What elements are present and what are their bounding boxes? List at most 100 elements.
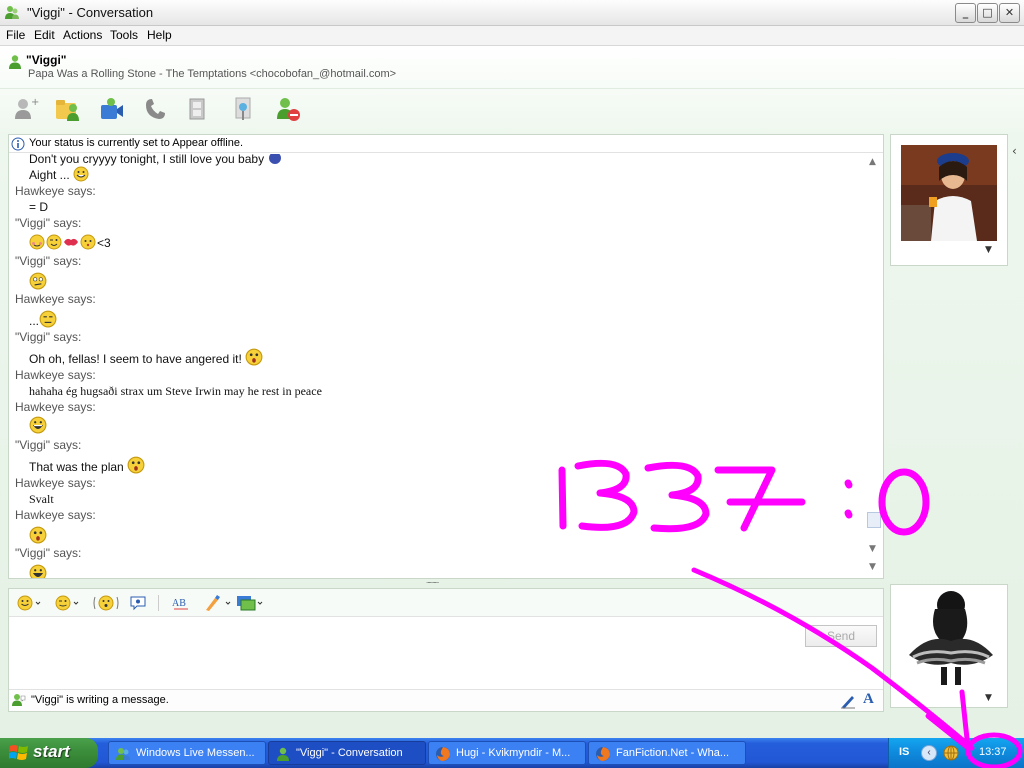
message-history[interactable]: Don't you cryyyy tonight, I still love y… — [9, 154, 865, 578]
message-line — [29, 416, 48, 434]
speaker-label: Hawkeye says: — [15, 476, 96, 490]
wink-icon[interactable] — [55, 594, 81, 612]
message-text: Svalt — [29, 492, 54, 506]
network-globe-icon[interactable] — [943, 745, 959, 761]
contact-name: "Viggi" — [26, 53, 67, 67]
taskbar-item-label: Hugi - Kvikmyndir - M... — [456, 747, 571, 759]
typing-status-text: "Viggi" is writing a message. — [31, 694, 169, 706]
status-notice-text: Your status is currently set to Appear o… — [29, 137, 244, 149]
language-indicator[interactable]: IS — [899, 746, 909, 758]
close-button[interactable]: ✕ — [999, 3, 1020, 23]
menu-help[interactable]: Help — [147, 28, 172, 42]
nudge-icon[interactable] — [93, 594, 119, 612]
scroll-down-icon[interactable]: ▼ — [869, 544, 876, 554]
invite-contact-icon[interactable]: + — [12, 95, 40, 123]
message-text: Oh oh, fellas! I seem to have angered it… — [29, 352, 242, 366]
message-text: Aight ... — [29, 168, 70, 182]
taskbar-item-conversation[interactable]: "Viggi" - Conversation — [268, 741, 426, 765]
firefox-icon — [436, 747, 450, 761]
menu-edit[interactable]: Edit — [34, 28, 55, 42]
taskbar-item-messenger[interactable]: Windows Live Messen... — [108, 741, 266, 765]
speaker-label: Hawkeye says: — [15, 368, 96, 382]
confused-emoticon-icon — [29, 272, 47, 290]
title-bar[interactable]: "Viggi" - Conversation _ □ ✕ — [0, 0, 1024, 26]
windows-logo-icon — [9, 745, 28, 760]
pane-splitter[interactable]: .......... — [426, 577, 464, 585]
activities-icon[interactable] — [230, 95, 258, 123]
system-clock[interactable]: 13:37 — [979, 746, 1007, 758]
formatting-toolbar: AB — [9, 589, 883, 617]
taskbar-item-label: Windows Live Messen... — [136, 747, 255, 759]
scroll-end-icon[interactable]: ▼ — [869, 562, 876, 572]
message-line: Aight ... — [29, 166, 90, 182]
menu-bar: File Edit Actions Tools Help — [0, 26, 1024, 46]
block-contact-icon[interactable] — [274, 95, 302, 123]
share-files-icon[interactable] — [54, 95, 82, 123]
speaker-label: Hawkeye says: — [15, 400, 96, 414]
svg-text:AB: AB — [172, 598, 186, 609]
message-text: <3 — [97, 236, 111, 250]
history-scrollbar[interactable]: ▲ ▼ ▼ — [865, 154, 883, 578]
minimize-button[interactable]: _ — [955, 3, 976, 23]
call-icon[interactable] — [142, 95, 170, 123]
my-display-picture[interactable]: ▼ — [890, 584, 1008, 708]
menu-actions[interactable]: Actions — [63, 28, 102, 42]
speaker-label: Hawkeye says: — [15, 184, 96, 198]
collapse-panel-icon[interactable]: ‹ — [1012, 144, 1017, 158]
system-tray: IS ‹ 13:37 — [888, 738, 1024, 768]
shy-emoticon-icon — [80, 234, 96, 250]
contact-personal-message: Papa Was a Rolling Stone - The Temptatio… — [28, 68, 397, 80]
conversation-window: "Viggi" Papa Was a Rolling Stone - The T… — [0, 46, 1024, 738]
start-label: start — [33, 742, 70, 761]
surprised-emoticon-icon — [127, 456, 145, 474]
picture-menu-icon[interactable]: ▼ — [985, 245, 992, 255]
font-icon[interactable]: A — [863, 691, 874, 708]
firefox-icon — [596, 747, 610, 761]
surprised-emoticon-icon — [245, 348, 263, 366]
voice-clip-icon[interactable] — [129, 594, 147, 612]
speaker-label: Hawkeye says: — [15, 508, 96, 522]
speaker-label: "Viggi" says: — [15, 546, 82, 560]
contact-display-picture[interactable]: ▼ — [890, 134, 1008, 266]
send-button[interactable]: Send — [805, 625, 877, 647]
video-call-icon[interactable] — [98, 95, 126, 123]
scroll-thumb[interactable] — [867, 512, 881, 528]
ink-icon[interactable] — [203, 594, 233, 612]
speaker-label: "Viggi" says: — [15, 330, 82, 344]
picture-menu-icon[interactable]: ▼ — [985, 693, 992, 703]
window-title: "Viggi" - Conversation — [27, 5, 154, 20]
taskbar-item-firefox-fanfiction[interactable]: FanFiction.Net - Wha... — [588, 741, 746, 765]
scroll-up-icon[interactable]: ▲ — [869, 157, 876, 167]
message-line — [29, 526, 48, 544]
status-notice-bar: Your status is currently set to Appear o… — [9, 135, 883, 153]
start-button[interactable]: start — [0, 738, 98, 768]
taskbar-item-firefox-hugi[interactable]: Hugi - Kvikmyndir - M... — [428, 741, 586, 765]
webcam-icon[interactable] — [186, 95, 214, 123]
maximize-button[interactable]: □ — [977, 3, 998, 23]
message-text: hahaha ég hugsaði strax um Steve Irwin m… — [29, 384, 322, 398]
sarcastic-emoticon-icon — [39, 310, 57, 328]
taskbar-item-label: FanFiction.Net - Wha... — [616, 747, 730, 759]
speaker-label: "Viggi" says: — [15, 216, 82, 230]
messenger-buddy-icon — [5, 6, 19, 19]
emoticon-icon[interactable] — [17, 594, 43, 612]
message-line: Don't you cryyyy tonight, I still love y… — [29, 154, 284, 166]
menu-file[interactable]: File — [6, 28, 25, 42]
show-hidden-icons-button[interactable]: ‹ — [921, 745, 937, 761]
message-line — [29, 272, 48, 290]
handwriting-pen-icon[interactable] — [839, 692, 857, 710]
message-line: ... — [29, 310, 58, 328]
conversation-toolbar: + — [0, 88, 1024, 126]
message-text: = D — [29, 200, 49, 214]
my-photo-image — [899, 589, 999, 685]
messenger-buddy-icon — [277, 747, 289, 761]
background-icon[interactable] — [235, 594, 265, 612]
menu-tools[interactable]: Tools — [110, 28, 138, 42]
taskbar-item-label: "Viggi" - Conversation — [296, 747, 403, 759]
message-text: ... — [29, 314, 40, 328]
speaker-label: "Viggi" says: — [15, 438, 82, 452]
spellcheck-icon[interactable]: AB — [171, 594, 191, 612]
contact-status-icon — [9, 55, 21, 69]
kiss-lips-icon — [64, 238, 78, 246]
big-grin-emoticon-icon — [29, 564, 47, 578]
